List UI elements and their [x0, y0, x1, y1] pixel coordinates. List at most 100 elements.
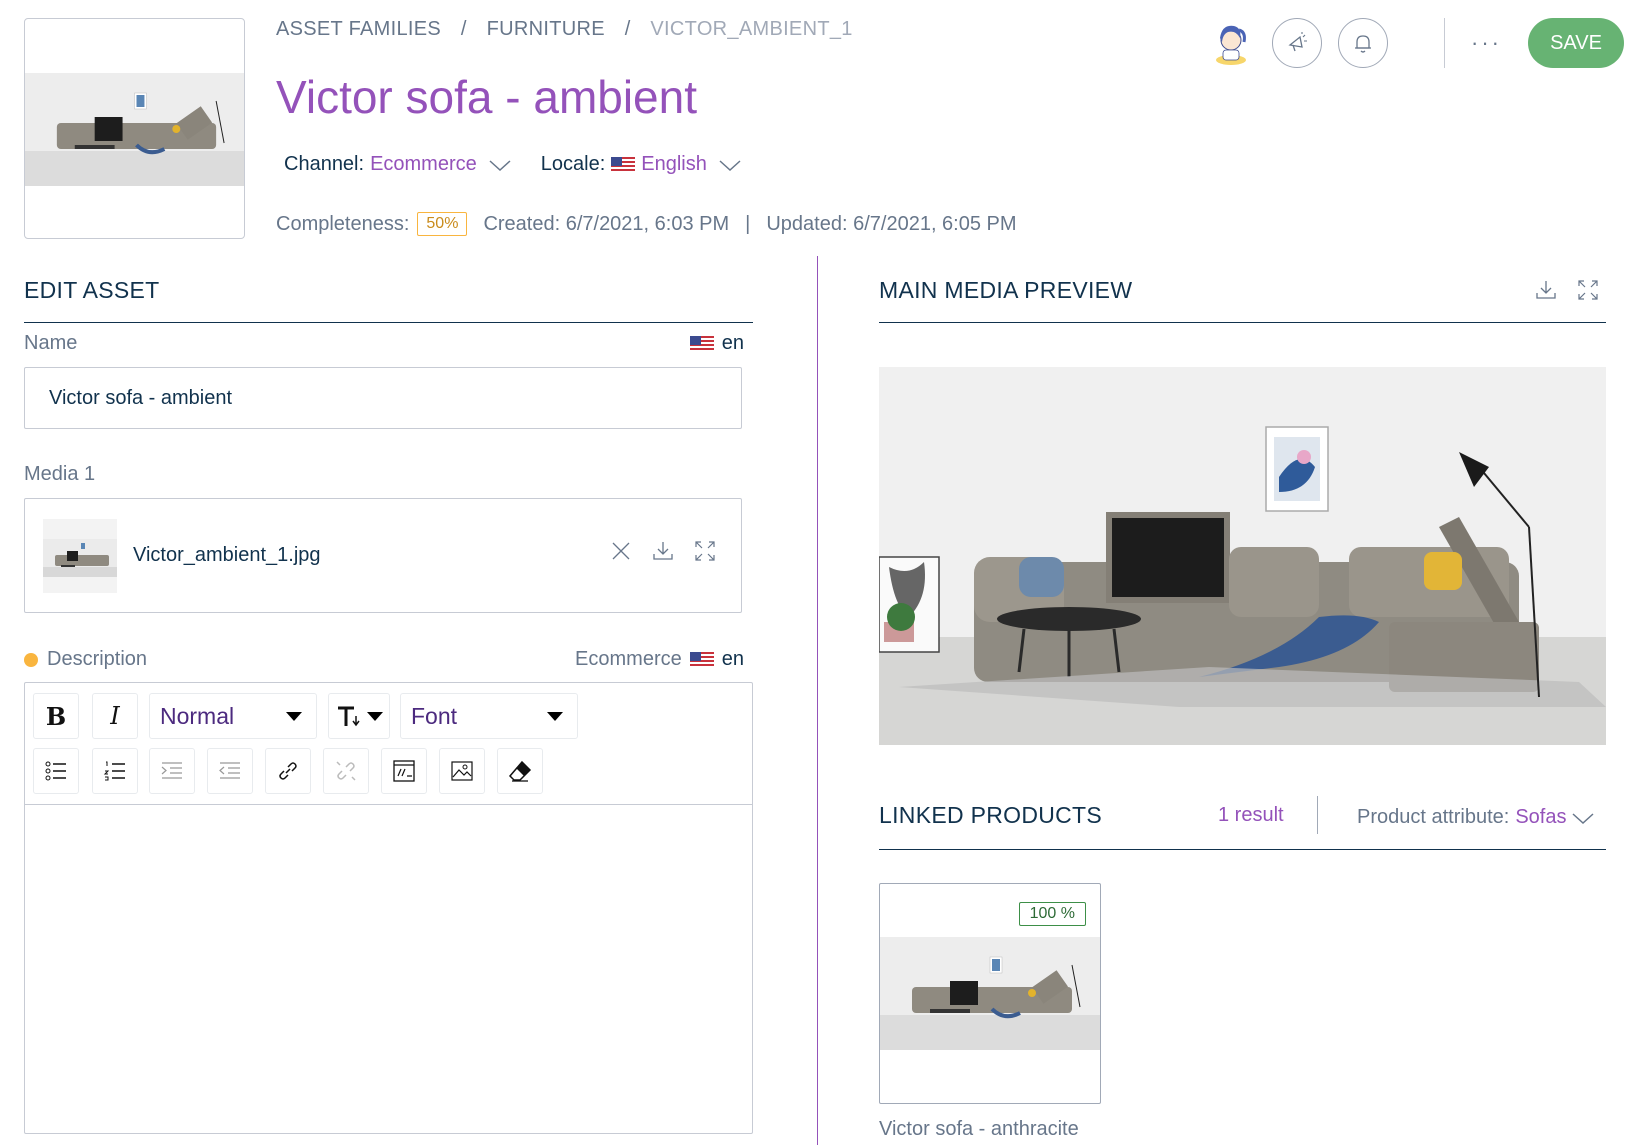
bullet-list-icon	[45, 761, 66, 781]
description-label-text: Description	[47, 648, 148, 670]
media-filename: Victor_ambient_1.jpg	[133, 544, 321, 566]
chevron-down-icon	[367, 711, 383, 721]
chevron-down-icon	[1572, 812, 1594, 824]
media-field-label: Media 1	[24, 463, 96, 485]
chevron-down-icon	[719, 159, 741, 171]
outdent-button[interactable]	[207, 748, 253, 794]
channel-switcher[interactable]: Channel: Ecommerce	[284, 153, 511, 176]
product-attribute-label: Product attribute:	[1357, 806, 1510, 828]
more-actions-button[interactable]: ···	[1471, 32, 1502, 54]
editor-content-area[interactable]	[25, 805, 752, 1133]
heading-select[interactable]: Normal	[149, 693, 317, 739]
product-completeness-badge: 100 %	[1018, 902, 1086, 926]
column-divider	[817, 256, 818, 1145]
bold-button[interactable]: B	[33, 693, 79, 739]
font-size-select[interactable]	[328, 693, 390, 739]
us-flag-icon	[689, 651, 714, 668]
numbered-list-button[interactable]	[92, 748, 138, 794]
download-icon[interactable]	[651, 539, 675, 563]
sofa-scene-image	[25, 73, 244, 186]
chevron-down-icon	[547, 711, 563, 721]
megaphone-icon	[1288, 32, 1308, 52]
product-attribute-select[interactable]: Product attribute: Sofas	[1357, 806, 1594, 829]
channel-label: Channel:	[284, 153, 365, 175]
embed-icon	[393, 760, 415, 782]
indent-button[interactable]	[149, 748, 195, 794]
required-indicator	[24, 652, 38, 667]
font-select-value: Font	[411, 702, 458, 729]
unlink-icon	[336, 761, 356, 781]
locale-label: Locale:	[540, 153, 606, 175]
clear-format-button[interactable]	[497, 748, 543, 794]
locale-value: English	[641, 153, 707, 175]
chevron-down-icon	[489, 159, 511, 171]
font-family-select[interactable]: Font	[400, 693, 578, 739]
notifications-button[interactable]	[1338, 18, 1389, 68]
product-thumbnail	[880, 937, 1100, 1050]
breadcrumb: ASSET FAMILIES / FURNITURE / VICTOR_AMBI…	[276, 18, 853, 41]
breadcrumb-separator: /	[624, 18, 631, 40]
name-field-locale: en	[689, 332, 744, 355]
breadcrumb-item-asset-families[interactable]: ASSET FAMILIES	[276, 18, 441, 40]
link-button[interactable]	[265, 748, 311, 794]
description-field-context: Ecommerce en	[575, 648, 744, 671]
product-card[interactable]: 100 %	[879, 883, 1101, 1104]
embed-button[interactable]	[381, 748, 427, 794]
linked-products-divider	[1317, 796, 1318, 834]
description-editor: B I Normal Font	[24, 682, 753, 1134]
preview-actions	[1534, 278, 1600, 302]
eraser-icon	[508, 760, 532, 782]
announcements-button[interactable]	[1272, 18, 1323, 68]
breadcrumb-item-furniture[interactable]: FURNITURE	[487, 18, 605, 40]
media-field: Victor_ambient_1.jpg	[24, 498, 742, 613]
image-button[interactable]	[439, 748, 485, 794]
download-icon[interactable]	[1534, 278, 1558, 302]
indent-icon	[161, 762, 182, 779]
product-name[interactable]: Victor sofa - anthracite	[879, 1118, 1079, 1141]
us-flag-icon	[611, 156, 636, 173]
locale-switcher[interactable]: Locale: English	[541, 153, 741, 176]
section-underline	[879, 849, 1606, 850]
asset-meta: Completeness: 50% Created: 6/7/2021, 6:0…	[276, 212, 1017, 236]
locale-code: en	[721, 332, 744, 354]
completeness-badge: 50%	[417, 212, 468, 236]
top-actions: ··· SAVE	[1208, 18, 1624, 68]
bullet-list-button[interactable]	[33, 748, 79, 794]
meta-separator: |	[745, 212, 751, 235]
section-underline	[24, 322, 753, 323]
section-underline	[879, 322, 1606, 323]
description-field-label: Description	[24, 648, 147, 671]
completeness-label: Completeness:	[276, 212, 410, 235]
name-input[interactable]: Victor sofa - ambient	[24, 367, 742, 429]
text-size-icon	[338, 706, 360, 727]
us-flag-icon	[689, 335, 714, 352]
breadcrumb-item-current: VICTOR_AMBIENT_1	[650, 18, 853, 40]
description-channel: Ecommerce	[575, 648, 682, 670]
updated-date: Updated: 6/7/2021, 6:05 PM	[766, 212, 1017, 235]
close-icon[interactable]	[609, 539, 633, 563]
main-media-preview-title: MAIN MEDIA PREVIEW	[879, 277, 1133, 303]
editor-toolbar: B I Normal Font	[25, 683, 752, 805]
heading-select-value: Normal	[160, 702, 235, 729]
avatar-icon[interactable]	[1208, 20, 1254, 66]
link-icon	[279, 762, 297, 780]
unlink-button[interactable]	[323, 748, 369, 794]
locale-code: en	[721, 648, 744, 670]
channel-value: Ecommerce	[370, 153, 477, 175]
edit-asset-title: EDIT ASSET	[24, 277, 160, 303]
breadcrumb-separator: /	[460, 18, 467, 40]
fullscreen-icon[interactable]	[1576, 278, 1600, 302]
outdent-icon	[219, 762, 240, 779]
italic-button[interactable]: I	[92, 693, 138, 739]
product-attribute-value: Sofas	[1515, 806, 1567, 828]
context-switchers: Channel: Ecommerce Locale: English	[284, 153, 741, 176]
main-media-preview-image	[879, 367, 1606, 745]
name-field-label: Name	[24, 332, 78, 354]
created-date: Created: 6/7/2021, 6:03 PM	[483, 212, 730, 235]
asset-thumbnail	[24, 18, 245, 239]
save-button[interactable]: SAVE	[1528, 18, 1624, 68]
image-icon	[451, 761, 473, 781]
fullscreen-icon[interactable]	[693, 539, 717, 563]
chevron-down-icon	[286, 711, 302, 721]
toolbar-divider	[1444, 18, 1446, 68]
